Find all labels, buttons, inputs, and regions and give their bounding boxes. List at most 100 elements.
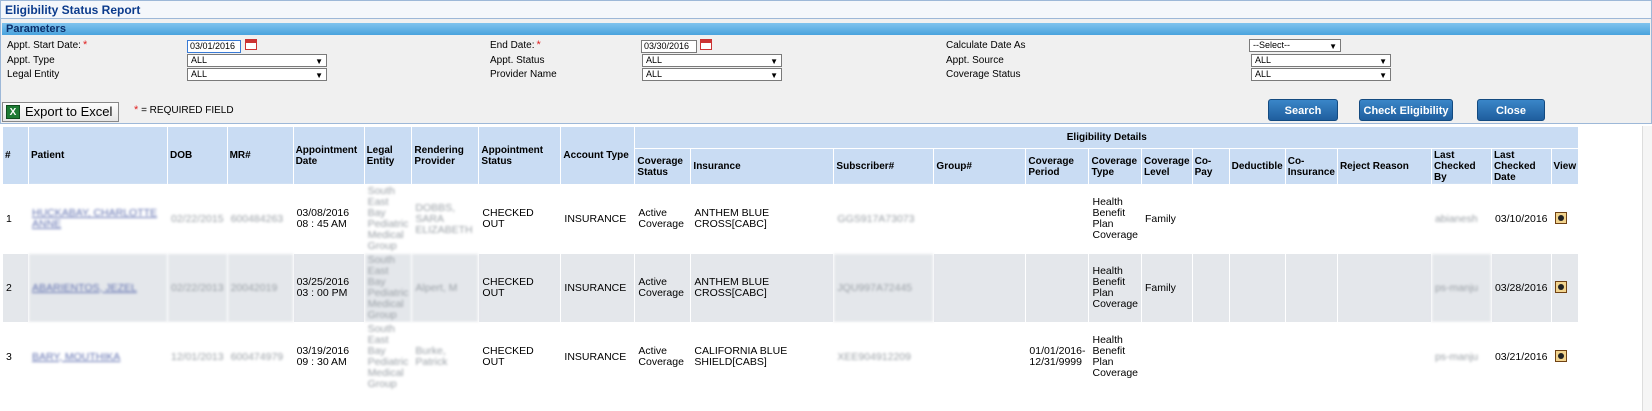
- col-header-coverage-level[interactable]: Coverage Level: [1141, 148, 1193, 185]
- cell-group: [933, 184, 1027, 254]
- export-excel-button[interactable]: X Export to Excel: [2, 102, 120, 122]
- cell-coverage-status: Active Coverage: [634, 253, 692, 323]
- cell-group: [933, 253, 1027, 323]
- col-header-legal-entity[interactable]: Legal Entity: [363, 126, 413, 185]
- cell-patient[interactable]: BARY, MOUTHIKA: [28, 322, 168, 392]
- appt-type-select[interactable]: ALL ▼: [187, 54, 327, 67]
- cell-coverage-level: Family: [1141, 253, 1193, 323]
- col-header-deductible[interactable]: Deductible: [1228, 148, 1286, 185]
- cell-rendering-provider: DOBBS, SARA ELIZABETH: [411, 184, 480, 254]
- required-marker: *: [82, 39, 88, 51]
- start-date-input[interactable]: 03/01/2016: [187, 40, 241, 53]
- coverage-status-label: Coverage Status: [946, 69, 1021, 80]
- view-details-icon[interactable]: [1554, 211, 1567, 224]
- col-header-coverage-status[interactable]: Coverage Status: [634, 148, 692, 185]
- appt-source-label: Appt. Source: [946, 55, 1004, 66]
- cell-coverage-level: Family: [1141, 184, 1193, 254]
- cell-dob: 02/22/2015: [167, 184, 228, 254]
- table-row: 2 ABARIENTOS, JEZEL 02/22/2013 20042019 …: [2, 253, 1580, 323]
- col-header-insurance[interactable]: Insurance: [690, 148, 835, 185]
- eligibility-details-header: Eligibility Details: [634, 126, 1580, 149]
- cell-rendering-provider: Burke, Patrick: [411, 322, 480, 392]
- cell-group: [933, 322, 1027, 392]
- cell-coverage-level: [1141, 322, 1193, 392]
- col-header-dob[interactable]: DOB: [167, 126, 228, 185]
- start-date-calendar-icon[interactable]: [245, 39, 257, 50]
- cell-deductible: [1228, 253, 1286, 323]
- cell-num: 3: [2, 322, 29, 392]
- cell-coverage-period: 01/01/2016- 12/31/9999: [1025, 322, 1090, 392]
- cell-patient[interactable]: ABARIENTOS, JEZEL: [28, 253, 168, 323]
- col-header-last-checked-date[interactable]: Last Checked Date: [1490, 148, 1552, 185]
- cell-coverage-type: Health Benefit Plan Coverage: [1088, 253, 1143, 323]
- chevron-down-icon: ▼: [1379, 57, 1387, 66]
- provider-name-value: ALL: [646, 69, 663, 79]
- cell-insurance: CALIFORNIA BLUE SHIELD[CABS]: [690, 322, 835, 392]
- view-details-icon[interactable]: [1554, 280, 1567, 293]
- vertical-scrollbar[interactable]: [1642, 126, 1652, 411]
- col-header-appt-status[interactable]: Appointment Status: [478, 126, 562, 185]
- provider-name-label: Provider Name: [490, 69, 557, 80]
- cell-dob: 02/22/2013: [167, 253, 228, 323]
- end-date-input[interactable]: 03/30/2016: [641, 40, 697, 53]
- col-header-copay[interactable]: Co-Pay: [1191, 148, 1230, 185]
- col-header-subscriber[interactable]: Subscriber#: [833, 148, 935, 185]
- search-button[interactable]: Search: [1268, 99, 1338, 121]
- cell-coinsurance: [1284, 184, 1338, 254]
- col-header-reject-reason[interactable]: Reject Reason: [1336, 148, 1432, 185]
- col-header-num: #: [2, 126, 29, 185]
- col-header-account-type[interactable]: Account Type: [560, 126, 636, 185]
- required-field-note: * = REQUIRED FIELD: [132, 104, 234, 116]
- cell-legal-entity: South East Bay Pediatric Medical Group: [363, 253, 413, 323]
- cell-coverage-status: Active Coverage: [634, 322, 692, 392]
- cell-insurance: ANTHEM BLUE CROSS[CABC]: [690, 253, 835, 323]
- col-header-coverage-type[interactable]: Coverage Type: [1088, 148, 1143, 185]
- appt-status-select[interactable]: ALL ▼: [642, 54, 782, 67]
- cell-copay: [1191, 184, 1230, 254]
- col-header-view: View: [1550, 148, 1580, 185]
- col-header-group[interactable]: Group#: [933, 148, 1027, 185]
- legal-entity-value: ALL: [191, 69, 208, 79]
- col-header-coinsurance[interactable]: Co-Insurance: [1284, 148, 1338, 185]
- cell-reject-reason: [1336, 184, 1432, 254]
- cell-legal-entity: South East Bay Pediatric Medical Group: [363, 184, 413, 254]
- cell-appt-status: CHECKED OUT: [478, 322, 562, 392]
- start-date-label: Appt. Start Date: *: [7, 39, 88, 51]
- col-header-appt-date[interactable]: Appointment Date: [292, 126, 365, 185]
- cell-appt-date: 03/08/2016 08 : 45 AM: [292, 184, 365, 254]
- appt-status-value: ALL: [646, 55, 663, 65]
- parameters-header: Parameters: [2, 23, 1650, 35]
- required-note-text: = REQUIRED FIELD: [141, 105, 234, 116]
- col-header-patient[interactable]: Patient: [28, 126, 168, 185]
- chevron-down-icon: ▼: [770, 71, 778, 80]
- cell-last-checked-date: 03/21/2016: [1490, 322, 1552, 392]
- end-date-calendar-icon[interactable]: [700, 39, 712, 50]
- appt-source-select[interactable]: ALL ▼: [1251, 54, 1391, 67]
- cell-num: 2: [2, 253, 29, 323]
- col-header-mr[interactable]: MR#: [226, 126, 294, 185]
- cell-copay: [1191, 322, 1230, 392]
- check-eligibility-button[interactable]: Check Eligibility: [1359, 99, 1453, 121]
- col-header-rendering-provider[interactable]: Rendering Provider: [411, 126, 480, 185]
- legal-entity-select[interactable]: ALL ▼: [187, 68, 327, 81]
- close-button[interactable]: Close: [1477, 99, 1545, 121]
- calc-date-select[interactable]: --Select-- ▼: [1249, 39, 1341, 52]
- cell-patient[interactable]: HUCKABAY, CHARLOTTE ANNE: [28, 184, 168, 254]
- cell-subscriber: GGS917A73073: [833, 184, 935, 254]
- cell-last-checked-by: ps-manju: [1430, 322, 1492, 392]
- view-details-icon[interactable]: [1554, 349, 1567, 362]
- cell-appt-date: 03/19/2016 09 : 30 AM: [292, 322, 365, 392]
- coverage-status-value: ALL: [1255, 69, 1272, 79]
- cell-subscriber: XEE904912209: [833, 322, 935, 392]
- export-excel-label: Export to Excel: [25, 104, 113, 119]
- appt-type-label: Appt. Type: [7, 55, 55, 66]
- cell-insurance: ANTHEM BLUE CROSS[CABC]: [690, 184, 835, 254]
- cell-rendering-provider: Alpert, M: [411, 253, 480, 323]
- cell-deductible: [1228, 322, 1286, 392]
- provider-name-select[interactable]: ALL ▼: [642, 68, 782, 81]
- col-header-coverage-period[interactable]: Coverage Period: [1025, 148, 1090, 185]
- coverage-status-select[interactable]: ALL ▼: [1251, 68, 1391, 81]
- cell-mr: 600484263: [226, 184, 294, 254]
- chevron-down-icon: ▼: [770, 57, 778, 66]
- col-header-last-checked-by[interactable]: Last Checked By: [1430, 148, 1492, 185]
